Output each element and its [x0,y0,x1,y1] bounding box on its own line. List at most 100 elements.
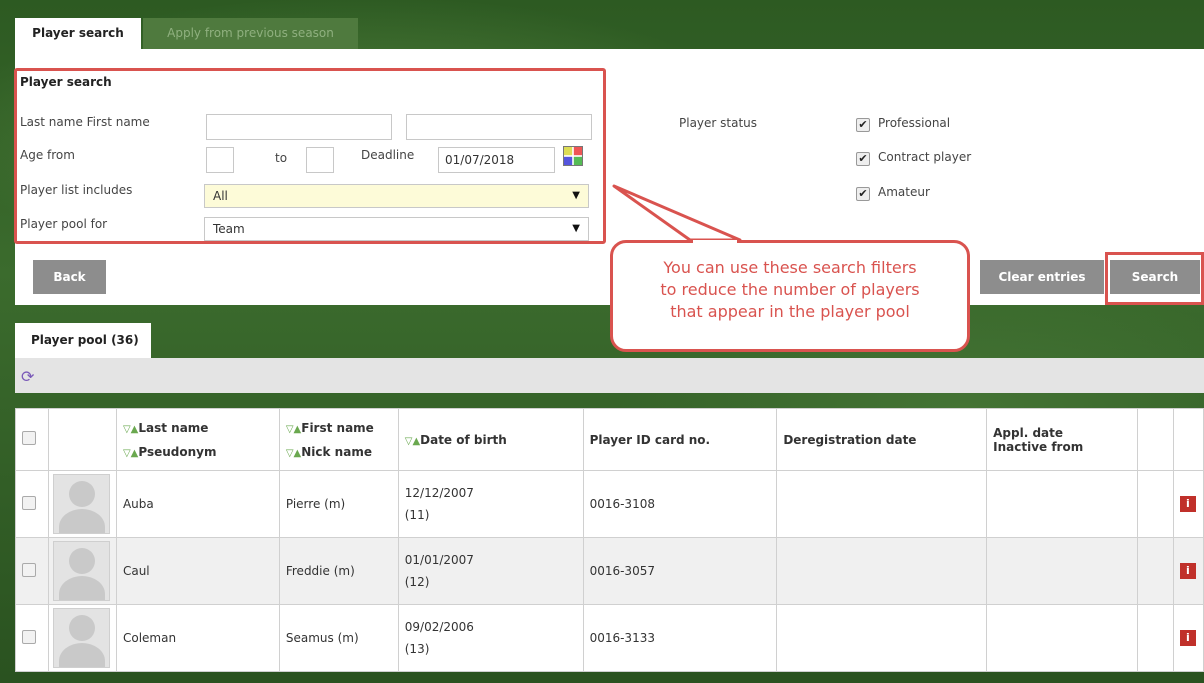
age-to-label: to [275,151,288,165]
first-name-cell: Seamus (m) [278,604,399,672]
info-icon[interactable]: i [1179,630,1196,646]
sort-arrows-icon[interactable]: ▽▲ [405,436,420,447]
info-icon[interactable]: i [1179,563,1196,579]
deadline-input[interactable]: 01/07/2018 [438,147,555,173]
actions-cell: i [1172,604,1204,672]
player-list-includes-label: Player list includes [20,183,133,197]
row-checkbox[interactable] [22,495,36,510]
nick-name-header-label: Nick name [301,444,372,459]
player-pool-for-select[interactable]: Team ▼ [204,217,589,241]
clear-entries-button[interactable]: Clear entries [980,260,1104,294]
extra-cell [1136,537,1174,605]
table-row[interactable]: Auba Pierre (m) 12/12/2007 (11) 0016-3108… [15,470,1204,538]
player-pool-for-label: Player pool for [20,217,108,231]
first-name-cell: Pierre (m) [278,470,399,538]
dereg-cell [776,604,988,672]
callout-line-2: to reduce the number of players [660,280,920,299]
avatar [52,541,110,601]
help-callout: You can use these search filters to redu… [610,240,970,352]
calendar-icon[interactable] [563,146,583,166]
contract-player-checkbox[interactable]: ✔ [856,152,870,166]
appl-date-header-label: Appl. date [993,425,1064,440]
dob-header[interactable]: ▽▲Date of birth [397,408,584,471]
extra-cell [1136,604,1174,672]
pool-toolbar: ⟳ [15,358,1204,393]
pseudonym-header-label: Pseudonym [138,444,217,459]
search-button-highlight [1105,252,1204,305]
actions-cell: i [1172,470,1204,538]
contract-player-label: Contract player [878,150,972,164]
photo-header [47,408,117,471]
dob-value: 09/02/2006 [404,620,474,634]
dereg-cell [776,537,988,605]
avatar [52,608,110,668]
deadline-label: Deadline [361,148,415,162]
dob-cell: 09/02/2006 (13) [397,604,584,672]
amateur-checkbox[interactable]: ✔ [856,187,870,201]
id-card-header: Player ID card no. [582,408,778,471]
sort-arrows-icon[interactable]: ▽▲ [123,424,138,435]
id-card-cell: 0016-3057 [582,537,778,605]
last-first-name-label: Last name First name [20,115,150,129]
first-name-input[interactable] [406,114,592,140]
sort-arrows-icon[interactable]: ▽▲ [286,448,301,459]
appl-date-header: Appl. date Inactive from [986,408,1138,471]
extra-header [1136,408,1174,471]
professional-label: Professional [878,116,951,130]
select-all-checkbox[interactable] [22,431,36,445]
extra-cell [1136,470,1174,538]
table-row[interactable]: Caul Freddie (m) 01/01/2007 (12) 0016-305… [15,537,1204,605]
dob-value: 12/12/2007 [404,486,474,500]
info-icon[interactable]: i [1179,496,1196,512]
id-card-cell: 0016-3108 [582,470,778,538]
age-value: (11) [404,508,430,522]
player-pool-table: ▽▲Last name ▽▲Pseudonym ▽▲First name ▽▲N… [15,408,1204,672]
dob-cell: 01/01/2007 (12) [397,537,584,605]
refresh-icon[interactable]: ⟳ [21,367,34,386]
id-card-cell: 0016-3133 [582,604,778,672]
dob-header-label: Date of birth [420,432,507,447]
professional-checkbox[interactable]: ✔ [856,118,870,132]
back-button[interactable]: Back [33,260,106,294]
age-to-input[interactable] [306,147,334,173]
appl-date-cell [986,470,1138,538]
age-value: (12) [404,575,430,589]
appl-date-cell [986,604,1138,672]
dropdown-arrow-icon: ▼ [572,223,580,234]
player-pool-for-value: Team [213,222,245,236]
player-list-includes-select[interactable]: All ▼ [204,184,589,208]
appl-date-cell [986,537,1138,605]
sort-arrows-icon[interactable]: ▽▲ [286,424,301,435]
sort-arrows-icon[interactable]: ▽▲ [123,448,138,459]
age-value: (13) [404,642,430,656]
avatar [52,474,110,534]
last-name-input[interactable] [206,114,392,140]
last-name-header-label: Last name [138,420,209,435]
tab-apply-previous-season[interactable]: Apply from previous season [143,18,358,49]
callout-line-1: You can use these search filters [663,258,917,277]
actions-header [1172,408,1204,471]
select-all-cell [15,408,49,471]
actions-cell: i [1172,537,1204,605]
tab-player-search[interactable]: Player search [15,18,141,49]
last-name-cell: Caul [115,537,280,605]
table-row[interactable]: Coleman Seamus (m) 09/02/2006 (13) 0016-3… [15,604,1204,672]
table-header-row: ▽▲Last name ▽▲Pseudonym ▽▲First name ▽▲N… [15,408,1204,471]
dropdown-arrow-icon: ▼ [572,190,580,201]
tab-player-pool[interactable]: Player pool (36) [15,323,151,358]
player-list-includes-value: All [213,189,228,203]
row-checkbox[interactable] [22,629,36,644]
age-from-label: Age from [20,148,75,162]
callout-line-3: that appear in the player pool [670,302,910,321]
dereg-header: Deregistration date [776,408,988,471]
age-from-input[interactable] [206,147,234,173]
row-checkbox[interactable] [22,562,36,577]
last-name-header[interactable]: ▽▲Last name ▽▲Pseudonym [115,408,280,471]
first-name-header-label: First name [301,420,374,435]
dob-cell: 12/12/2007 (11) [397,470,584,538]
last-name-cell: Auba [115,470,280,538]
first-name-header[interactable]: ▽▲First name ▽▲Nick name [278,408,399,471]
amateur-label: Amateur [878,185,930,199]
last-name-cell: Coleman [115,604,280,672]
dob-value: 01/01/2007 [404,553,474,567]
